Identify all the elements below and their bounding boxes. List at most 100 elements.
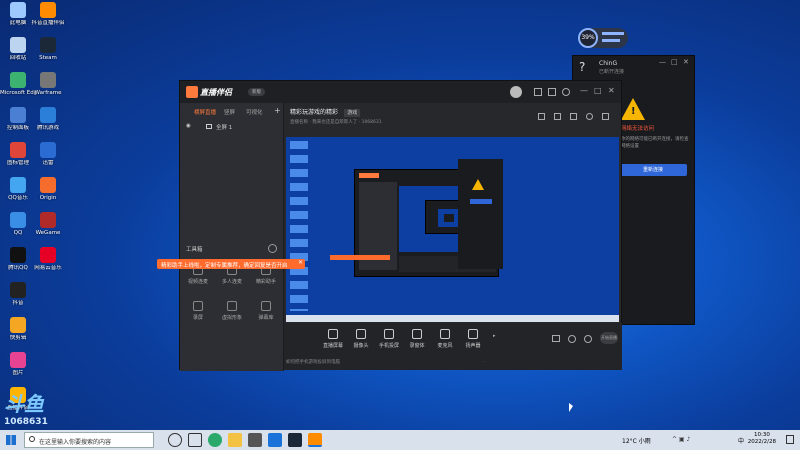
scene-row[interactable]: ◉ 全屏 1 [186, 123, 278, 133]
desktop-icon-label: 抖音 [12, 300, 24, 306]
close-button[interactable]: ✕ [683, 58, 689, 66]
maximize-button[interactable]: □ [594, 86, 602, 95]
message-icon[interactable] [548, 88, 556, 96]
tools-more-icon[interactable] [268, 244, 277, 253]
desktop-icon[interactable]: Origin [30, 177, 66, 201]
start-button[interactable] [6, 435, 16, 445]
tip-close-icon[interactable]: ✕ [298, 259, 303, 266]
tool-label: 弹幕库 [258, 315, 274, 321]
record-icon[interactable] [552, 335, 560, 342]
desktop-icon[interactable]: 抖音 [0, 282, 36, 306]
source-label: 直播屏幕 [322, 343, 343, 349]
tab-visual[interactable]: 可视化 [246, 108, 263, 116]
source-button[interactable]: 手机投屏 [376, 329, 402, 349]
file-explorer-icon[interactable] [228, 433, 242, 447]
gear-icon[interactable] [584, 335, 592, 343]
desktop-icon-label: 腾讯游戏 [36, 125, 59, 131]
warn-text: 你的网络可能已断开连接，请检查网络设置 [621, 137, 689, 149]
desktop-icon[interactable]: 抖音直播伴侣 [30, 2, 66, 26]
desktop-icon[interactable]: 迅雷 [30, 142, 66, 166]
maximize-button[interactable]: □ [671, 58, 678, 66]
tool-item[interactable]: 弹幕库 [254, 301, 278, 321]
avatar[interactable] [510, 86, 522, 98]
bell-icon[interactable] [586, 113, 593, 120]
retry-button[interactable]: 重新连接 [619, 164, 687, 176]
desktop-icon[interactable]: 图片 [0, 352, 36, 376]
desktop-icon-label: 网易云音乐 [34, 265, 62, 271]
minimize-button[interactable]: — [659, 58, 666, 66]
app-logo-icon [186, 86, 198, 98]
mic-arrow-icon[interactable]: ▸ [493, 333, 496, 339]
desktop-icon[interactable]: WeGame [30, 212, 66, 236]
desktop-icon-label: Warframe [34, 90, 62, 96]
watermark: 斗鱼 1068631 [4, 392, 48, 427]
weather-status[interactable]: 12°C 小雨 [622, 436, 651, 445]
source-label: 扬声器 [465, 343, 481, 349]
tool-icon [261, 301, 271, 311]
nested-taskbar [286, 315, 619, 322]
desktop-icon[interactable]: 网易云音乐 [30, 247, 66, 271]
edge-icon[interactable] [208, 433, 222, 447]
minimize-button[interactable]: — [580, 86, 588, 95]
source-button[interactable]: 直播屏幕 [320, 329, 346, 349]
tab-portrait[interactable]: 竖屏 [224, 108, 235, 116]
footer-notice[interactable]: 如何把手机游戏投屏到电脑 [286, 359, 340, 365]
settings-icon[interactable] [562, 88, 570, 96]
live-companion-taskbar-icon[interactable] [308, 433, 322, 447]
tray-icons[interactable]: ^ ▣ ♪ [672, 436, 690, 443]
desktop-icon[interactable]: 快剪辑 [0, 317, 36, 341]
tool-label: 视频连麦 [187, 279, 208, 285]
mail-icon[interactable] [268, 433, 282, 447]
chat-icon[interactable] [570, 113, 577, 120]
scene-icon [206, 124, 212, 129]
guide-tip[interactable]: 精彩助手上线啦，定制专属推荐，确定回复是否开启 [157, 259, 305, 269]
tool-icon [193, 301, 203, 311]
steam-icon[interactable] [288, 433, 302, 447]
start-live-button[interactable]: 开始直播 [600, 332, 618, 344]
ime-indicator[interactable]: 中 [738, 436, 744, 445]
mouse-cursor [569, 403, 573, 412]
notification-icon[interactable] [786, 435, 794, 444]
warn-title: 网络无法访问 [621, 126, 655, 132]
desktop-icon[interactable]: Steam [30, 37, 66, 61]
source-button[interactable]: 录窗体 [404, 329, 430, 349]
source-button[interactable]: 麦克风 [432, 329, 458, 349]
app-icon [40, 177, 56, 193]
tab-landscape[interactable]: 横屏直播 [194, 108, 216, 116]
preview-canvas[interactable] [286, 137, 619, 322]
nested-side-panel [458, 159, 503, 269]
app-icon [10, 247, 26, 263]
cortana-icon[interactable] [168, 433, 182, 447]
desktop-icon[interactable]: 腾讯游戏 [30, 107, 66, 131]
store-icon[interactable] [248, 433, 262, 447]
version-badge[interactable]: 新版 [248, 88, 265, 96]
stream-tag[interactable]: 游戏 [344, 109, 361, 117]
clock[interactable]: 10:30 2022/2/28 [748, 432, 776, 446]
help-icon[interactable]: ? [579, 60, 593, 74]
taskbar-search[interactable]: 在这里输入你要搜索的内容 [24, 432, 154, 448]
tool-label: 多人连麦 [221, 279, 242, 285]
camera-icon[interactable] [554, 113, 561, 120]
source-button[interactable]: 摄像头 [348, 329, 374, 349]
info-icon[interactable] [568, 335, 576, 343]
app-icon [10, 2, 26, 18]
desktop-icon[interactable]: Warframe [30, 72, 66, 96]
toolbar-icons [538, 113, 618, 123]
desktop-icon-label: Origin [39, 195, 57, 201]
scene-label: 全屏 1 [216, 125, 233, 131]
usage-widget[interactable]: 39% [578, 28, 628, 48]
tool-item[interactable]: 录屏 [186, 301, 210, 321]
stream-title: 精彩玩游戏的精彩 [290, 109, 339, 116]
close-button[interactable]: ✕ [608, 86, 615, 95]
task-view-icon[interactable] [188, 433, 202, 447]
tool-item[interactable]: 虚拟形象 [220, 301, 244, 321]
source-button[interactable]: 扬声器 [460, 329, 486, 349]
add-tab-button[interactable]: + [274, 106, 281, 115]
app-icon [40, 107, 56, 123]
share-icon[interactable] [602, 113, 609, 120]
eye-icon: ◉ [186, 123, 191, 129]
lock-icon[interactable] [538, 113, 545, 120]
gift-icon[interactable] [534, 88, 542, 96]
source-label: 摄像头 [353, 343, 369, 349]
source-icon [328, 329, 338, 339]
